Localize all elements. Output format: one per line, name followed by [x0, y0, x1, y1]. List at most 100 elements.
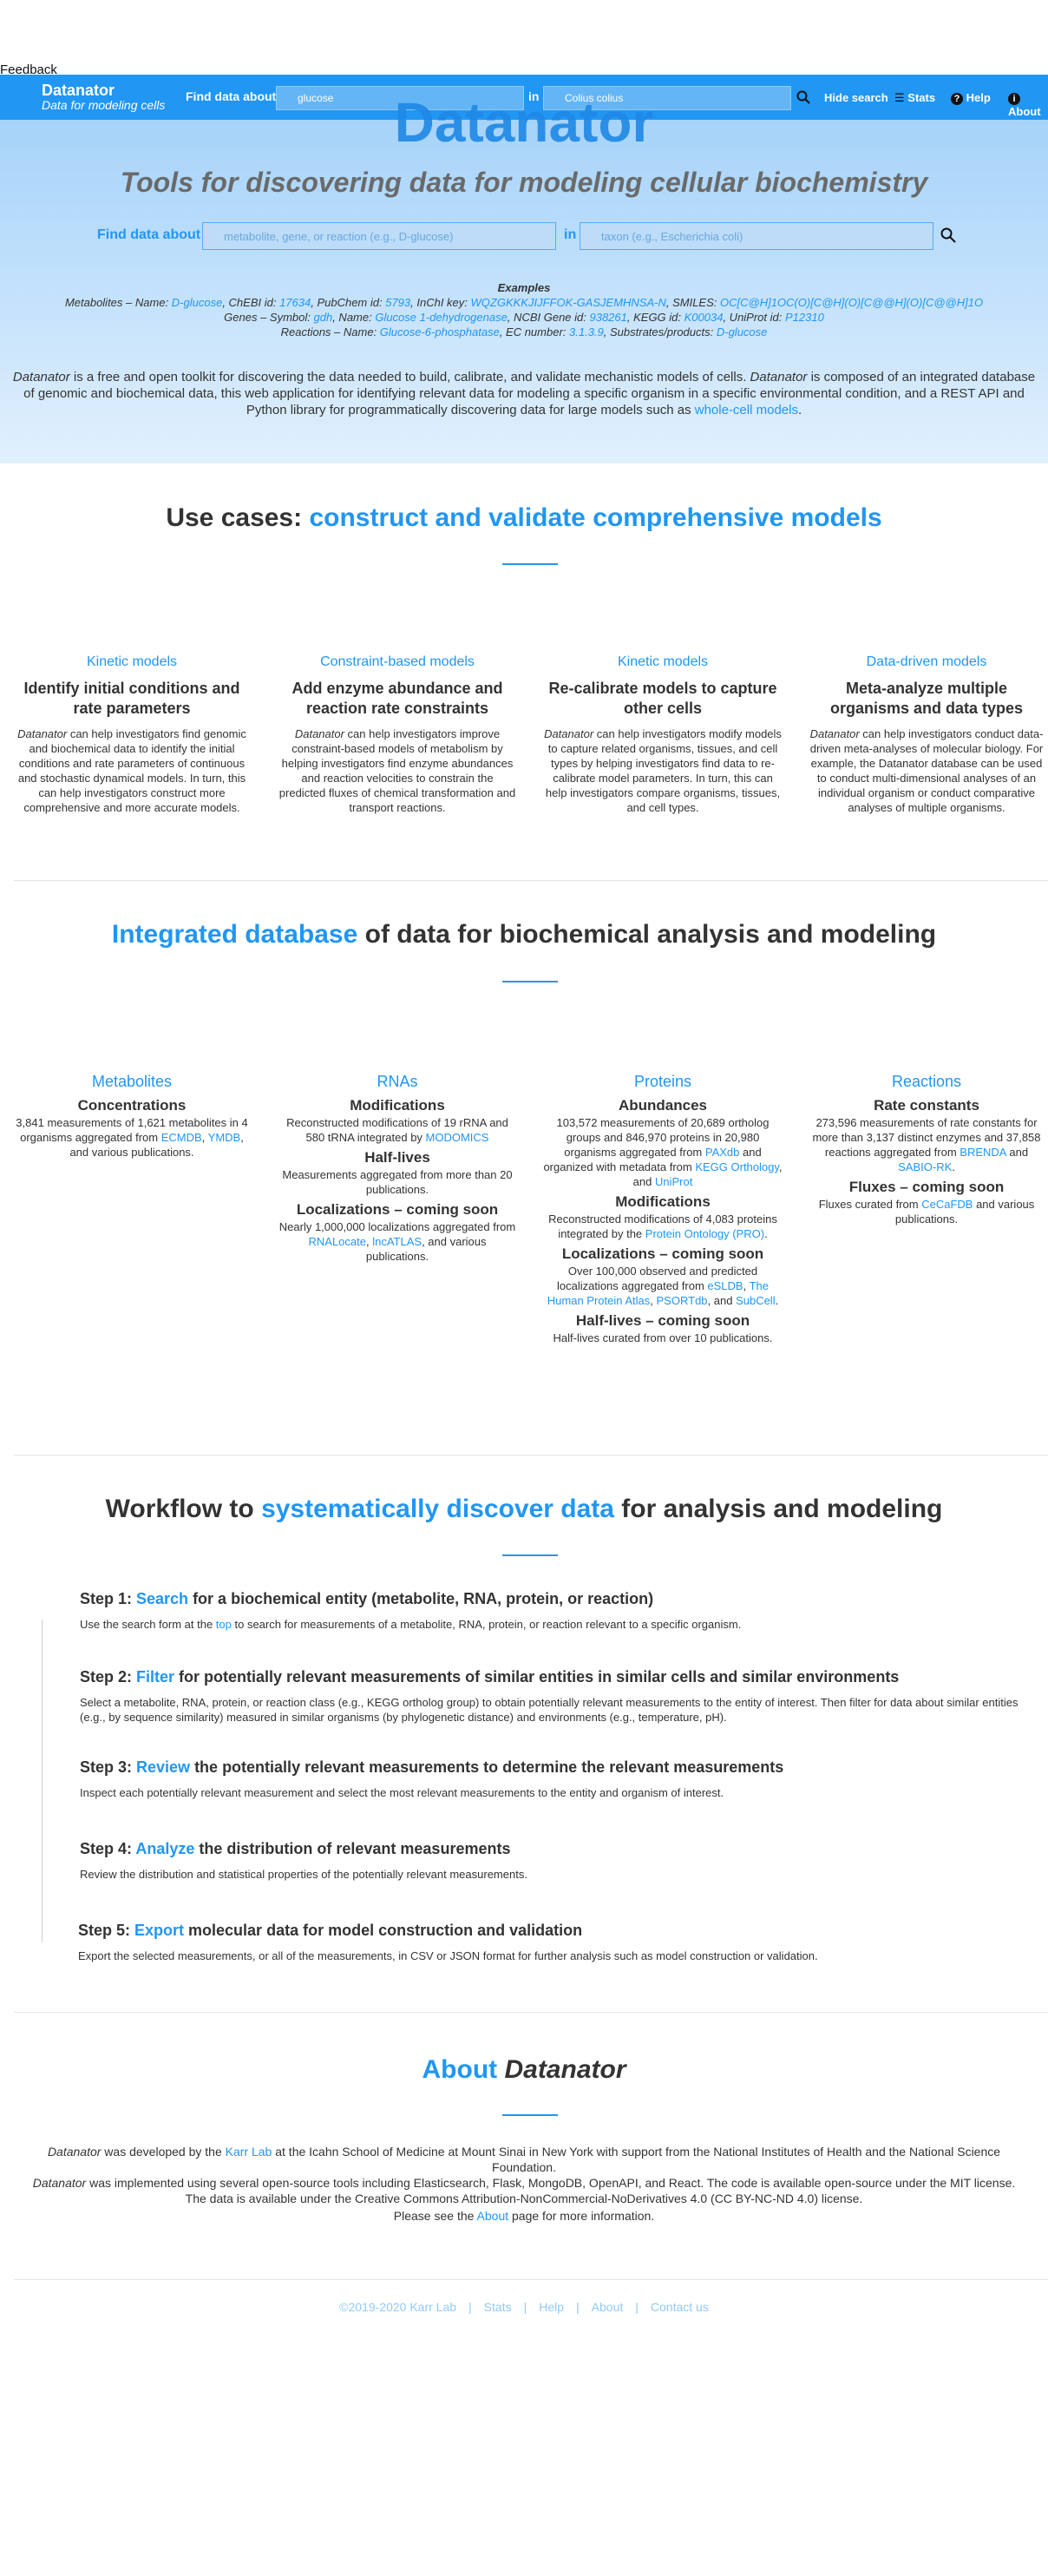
- title-plain: Workflow to: [105, 1495, 262, 1523]
- example-link[interactable]: 3.1.3.9: [569, 325, 604, 338]
- text: can help investigators improve constrain…: [278, 727, 516, 814]
- text: .: [952, 1160, 955, 1173]
- ecmdb-link[interactable]: ECMDB: [161, 1131, 202, 1144]
- workflow-step: Step 2: Filter for potentially relevant …: [80, 1668, 1043, 1725]
- db-category: Reactions: [891, 1073, 962, 1090]
- em: Datanator: [544, 727, 594, 740]
- text: was developed by the: [101, 2145, 226, 2159]
- example-link[interactable]: Glucose-6-phosphatase: [380, 325, 500, 338]
- footer-help-link[interactable]: Help: [539, 2300, 564, 2314]
- db-text: Measurements aggregated from more than 2…: [282, 1168, 513, 1196]
- example-link[interactable]: gdh: [314, 311, 333, 324]
- examples-genes: Genes – Symbol: gdh, Name: Glucose 1-deh…: [0, 310, 1048, 325]
- ymdb-link[interactable]: YMDB: [208, 1131, 241, 1144]
- divider: [14, 2279, 1048, 2280]
- example-link[interactable]: 5793: [385, 296, 410, 309]
- about-paragraph: Datanator was developed by the Karr Lab …: [21, 2144, 1027, 2175]
- pro-link[interactable]: Protein Ontology (PRO): [645, 1227, 764, 1240]
- lncatlas-link[interactable]: lncATLAS: [372, 1235, 422, 1248]
- kegg-link[interactable]: KEGG Orthology: [695, 1160, 779, 1173]
- top-link[interactable]: top: [216, 1618, 232, 1631]
- step-body: Inspect each potentially relevant measur…: [80, 1786, 724, 1799]
- psortdb-link[interactable]: PSORTdb: [657, 1294, 708, 1307]
- step-prefix: Step 2:: [80, 1668, 137, 1686]
- em: Datanator: [32, 2176, 87, 2190]
- use-case-heading: Identify initial conditions and rate par…: [23, 680, 240, 717]
- example-link[interactable]: D-glucose: [172, 296, 223, 309]
- subcell-link[interactable]: SubCell: [736, 1294, 776, 1307]
- workflow-step: Step 1: Search for a biochemical entity …: [80, 1590, 1043, 1632]
- workflow-step: Step 4: Analyze the distribution of rele…: [80, 1840, 1043, 1882]
- db-subheading: Half-lives – coming soon: [575, 1312, 750, 1329]
- hero-tagline: Tools for discovering data for modeling …: [120, 167, 928, 198]
- footer-stats-link[interactable]: Stats: [484, 2300, 512, 2314]
- example-link[interactable]: P12310: [785, 311, 824, 324]
- footer-copyright-link[interactable]: ©2019-2020 Karr Lab: [339, 2300, 456, 2314]
- step-prefix: Step 1:: [80, 1590, 137, 1607]
- db-subheading: Fluxes – coming soon: [848, 1179, 1005, 1195]
- db-column-metabolites: Metabolites Concentrations 3,841 measure…: [12, 1073, 252, 1163]
- intro-em: Datanator: [750, 370, 808, 384]
- use-case-card: Constraint-based models Add enzyme abund…: [278, 654, 517, 815]
- footer-about-link[interactable]: About: [592, 2300, 624, 2314]
- example-link[interactable]: 17634: [279, 296, 311, 309]
- use-case-heading: Meta-analyze multiple organisms and data…: [829, 680, 1024, 717]
- timeline-line: [42, 1873, 43, 1942]
- footer-contact-link[interactable]: Contact us: [651, 2300, 709, 2314]
- uniprot-link[interactable]: UniProt: [655, 1175, 692, 1188]
- label: , EC number:: [499, 325, 570, 338]
- step-rest: for a biochemical entity (metabolite, RN…: [188, 1590, 654, 1607]
- example-link[interactable]: Glucose 1-dehydrogenase: [375, 311, 508, 324]
- title-accent: systematically discover data: [261, 1495, 614, 1523]
- example-link[interactable]: OC[C@H]1OC(O)[C@H](O)[C@@H](O)[C@@H]1O: [720, 296, 983, 309]
- cecafdb-link[interactable]: CeCaFDB: [921, 1198, 973, 1211]
- sabio-link[interactable]: SABIO-RK: [898, 1160, 952, 1173]
- db-subheading: Localizations – coming soon: [561, 1245, 764, 1262]
- step-verb: Analyze: [135, 1840, 195, 1857]
- title-accent: construct and validate comprehensive mod…: [309, 503, 882, 532]
- about-page-link[interactable]: About: [477, 2209, 509, 2223]
- database-title: Integrated database of data for biochemi…: [0, 920, 1048, 950]
- text: , and: [707, 1294, 737, 1307]
- example-link[interactable]: D-glucose: [717, 325, 768, 338]
- about-paragraph: Datanator was implemented using several …: [21, 2175, 1027, 2206]
- karr-lab-link[interactable]: Karr Lab: [226, 2145, 272, 2159]
- label: , NCBI Gene id:: [507, 311, 590, 324]
- text: page for more information.: [508, 2209, 655, 2223]
- label: , Substrates/products:: [603, 325, 717, 338]
- rnalocate-link[interactable]: RNALocate: [309, 1235, 366, 1248]
- db-text: Half-lives curated from over 10 publicat…: [553, 1331, 773, 1344]
- db-category: Metabolites: [91, 1073, 173, 1090]
- use-case-card: Kinetic models Identify initial conditio…: [12, 654, 252, 815]
- step-heading: Step 5: Export molecular data for model …: [78, 1922, 1041, 1940]
- about-body: Datanator was developed by the Karr Lab …: [21, 2144, 1027, 2224]
- example-link[interactable]: WQZGKKKJIJFFOK-GASJEMHNSA-N: [471, 296, 666, 309]
- step-body: Export the selected measurements, or all…: [78, 1949, 818, 1962]
- hero-organism-input[interactable]: taxon (e.g., Escherichia coli): [580, 222, 933, 250]
- text: can help investigators conduct data-driv…: [809, 727, 1044, 814]
- section-rule: [502, 1554, 558, 1556]
- db-text: Fluxes curated from CeCaFDB and various …: [807, 1197, 1046, 1226]
- label: , PubChem id:: [311, 296, 386, 309]
- search-icon[interactable]: [940, 227, 956, 243]
- paxdb-link[interactable]: PAXdb: [705, 1146, 740, 1159]
- use-cases-title: Use cases: construct and validate compre…: [0, 503, 1048, 533]
- examples: Examples Metabolites – Name: D-glucose, …: [0, 280, 1048, 339]
- db-text: Reconstructed modifications of 19 rRNA a…: [278, 1115, 517, 1145]
- esldb-link[interactable]: eSLDB: [707, 1279, 743, 1292]
- whole-cell-models-link[interactable]: whole-cell models: [695, 403, 798, 417]
- step-rest: the potentially relevant measurements to…: [190, 1758, 784, 1776]
- use-case-body: Datanator can help investigators conduct…: [807, 726, 1046, 815]
- step-rest: the distribution of relevant measurement…: [194, 1840, 511, 1857]
- step-verb: Filter: [136, 1668, 175, 1686]
- example-link[interactable]: 938261: [589, 311, 626, 324]
- modomics-link[interactable]: MODOMICS: [426, 1131, 489, 1144]
- example-link[interactable]: K00034: [684, 311, 724, 324]
- db-text: 273,596 measurements of rate constants f…: [807, 1115, 1046, 1174]
- em: Datanator: [809, 727, 860, 740]
- hero-search-input[interactable]: metabolite, gene, or reaction (e.g., D-g…: [202, 222, 556, 250]
- text: .: [764, 1227, 768, 1240]
- intro-text: .: [797, 403, 802, 417]
- db-category: RNAs: [377, 1073, 418, 1090]
- brenda-link[interactable]: BRENDA: [960, 1146, 1005, 1159]
